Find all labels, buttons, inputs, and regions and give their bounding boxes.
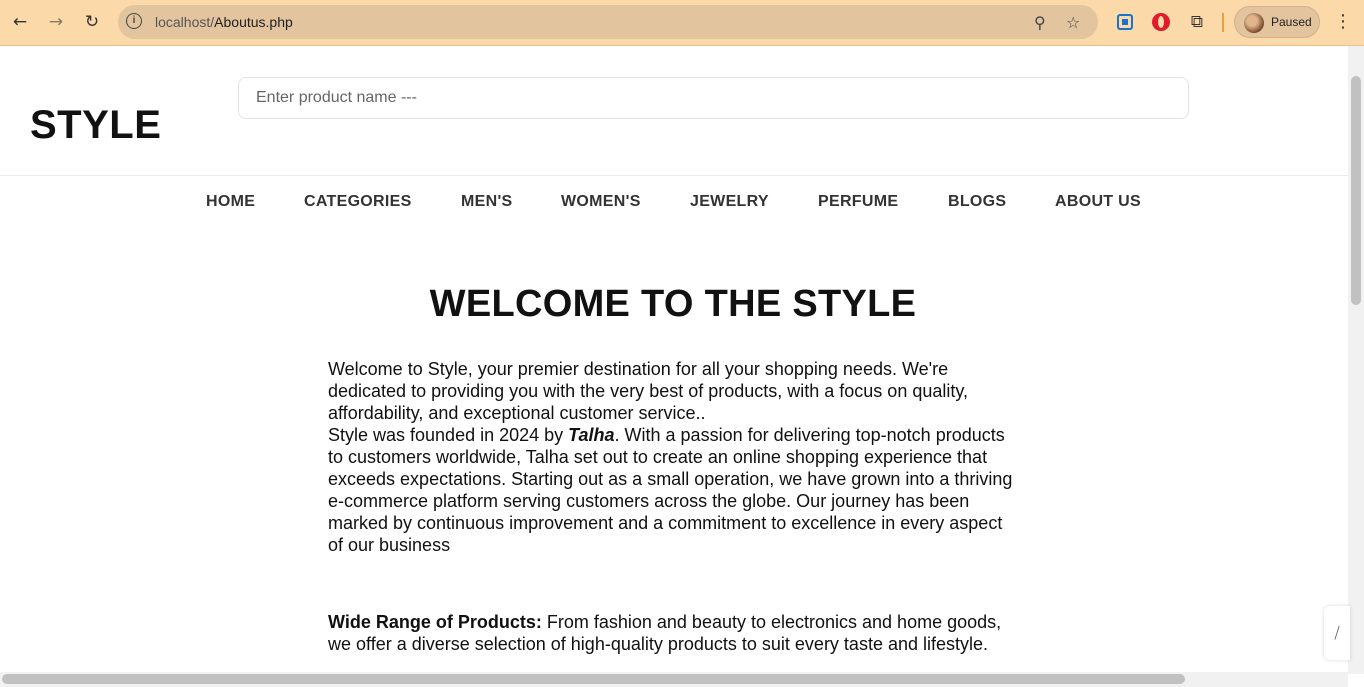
- intro-paragraph: Welcome to Style, your premier destinati…: [328, 359, 969, 423]
- profile-button[interactable]: Paused: [1234, 6, 1320, 38]
- toolbar-separator: [1222, 13, 1224, 32]
- url-text[interactable]: localhost/Aboutus.php: [155, 14, 293, 30]
- nav-categories[interactable]: CATEGORIES: [304, 193, 412, 211]
- vertical-scroll-thumb[interactable]: [1351, 76, 1361, 305]
- profile-status: Paused: [1271, 15, 1312, 29]
- horizontal-scroll-thumb[interactable]: [2, 674, 1185, 684]
- arrow-left-icon[interactable]: ←: [8, 10, 32, 34]
- opera-extension-icon[interactable]: [1150, 11, 1172, 33]
- avatar: [1244, 13, 1264, 33]
- nav-perfume[interactable]: PERFUME: [818, 193, 898, 211]
- header-divider: [0, 175, 1348, 176]
- star-icon[interactable]: ☆: [1066, 13, 1080, 32]
- nav-blogs[interactable]: BLOGS: [948, 193, 1006, 211]
- side-panel-icon[interactable]: ⧸: [1324, 606, 1350, 660]
- info-icon[interactable]: i: [126, 13, 142, 29]
- reload-icon[interactable]: ↻: [80, 10, 104, 34]
- nav-jewelry[interactable]: JEWELRY: [690, 193, 769, 211]
- search-input[interactable]: [238, 77, 1189, 119]
- feature-paragraph: Wide Range of Products: From fashion and…: [328, 612, 1002, 654]
- address-bar[interactable]: i localhost/Aboutus.php ⚲ ☆: [118, 5, 1098, 39]
- founder-name: Talha: [568, 425, 615, 445]
- arrow-right-icon[interactable]: →: [44, 10, 68, 34]
- kebab-menu-icon[interactable]: ⋮: [1334, 11, 1352, 32]
- page-title: WELCOME TO THE STYLE: [429, 283, 917, 325]
- founded-paragraph: Style was founded in 2024 by Talha. With…: [328, 425, 1013, 555]
- translate-extension-icon[interactable]: [1114, 11, 1136, 33]
- nav-home[interactable]: HOME: [206, 193, 255, 211]
- nav-about-us[interactable]: ABOUT US: [1055, 193, 1141, 211]
- nav-mens[interactable]: MEN'S: [461, 193, 513, 211]
- puzzle-icon[interactable]: ⧉: [1186, 11, 1208, 33]
- zoom-icon[interactable]: ⚲: [1034, 13, 1046, 32]
- about-content: Welcome to Style, your premier destinati…: [328, 358, 1018, 655]
- nav-womens[interactable]: WOMEN'S: [561, 193, 641, 211]
- browser-toolbar: ← → ↻ i localhost/Aboutus.php ⚲ ☆ ⧉ Paus…: [0, 0, 1364, 46]
- feature-title: Wide Range of Products:: [328, 612, 542, 632]
- site-logo[interactable]: STYLE: [30, 103, 161, 148]
